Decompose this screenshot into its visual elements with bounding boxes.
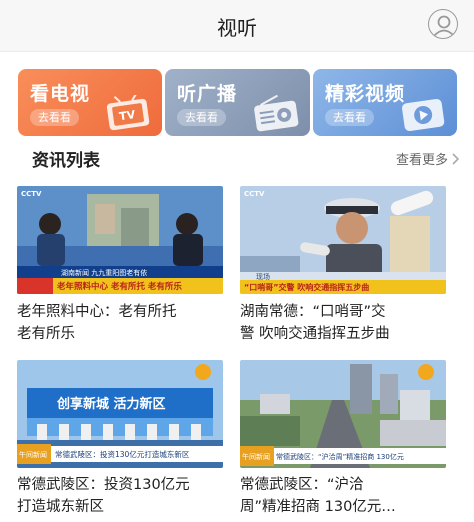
news-caption: “口哨哥”交警 吹响交通指挥五步曲	[244, 282, 369, 292]
news-title-line2: 周”精准招商 130亿元…	[240, 499, 396, 515]
event-banner: 创享新城 活力新区	[56, 396, 166, 412]
video-play-icon	[402, 98, 445, 131]
news-thumbnail: 午间新闻 常德武陵区：“沪洽周”精准招商 130亿元	[240, 360, 446, 468]
top-bar: 视听	[0, 0, 474, 52]
listen-radio-button[interactable]: 去看看	[177, 109, 226, 126]
news-title-line2: 老有所乐	[17, 326, 75, 342]
news-title-line2: 警 吹响交通指挥五步曲	[240, 326, 390, 342]
user-avatar-icon[interactable]	[428, 9, 458, 39]
news-item[interactable]: CCTV 湖南新闻 九九重阳图老有依 老年照料中心 老有所托 老有所乐 老年照料…	[17, 186, 223, 346]
watch-tv-label: 看电视	[30, 83, 91, 105]
news-title-line1: 常德武陵区：“沪洽	[240, 477, 364, 493]
news-caption: 老年照料中心 老有所托 老有所乐	[56, 281, 182, 292]
listen-radio-card[interactable]: 听广播 去看看	[165, 69, 310, 136]
tv-icon: TV	[106, 95, 150, 131]
watch-tv-button[interactable]: 去看看	[30, 109, 79, 126]
listen-radio-label: 听广播	[177, 83, 238, 105]
channel-logo: CCTV	[21, 190, 42, 198]
svg-text:TV: TV	[118, 108, 136, 123]
chevron-right-icon	[452, 152, 460, 165]
channel-logo: CCTV	[244, 190, 265, 198]
radio-icon	[254, 95, 299, 132]
page-title: 视听	[217, 16, 257, 40]
view-more-link[interactable]: 查看更多	[396, 149, 460, 168]
news-thumbnail: CCTV 湖南新闻 九九重阳图老有依 老年照料中心 老有所托 老有所乐	[17, 186, 223, 294]
news-title-line1: 湖南常德：“口哨哥”交	[240, 304, 386, 320]
news-item[interactable]: CCTV 现场 “口哨哥”交警 吹响交通指挥五步曲 湖南常德：“口哨哥”交 警 …	[240, 186, 446, 346]
news-item[interactable]: 午间新闻 常德武陵区：“沪洽周”精准招商 130亿元 常德武陵区：“沪洽 周”精…	[240, 360, 446, 520]
news-tag: 午间新闻	[19, 450, 47, 459]
news-title-line1: 老年照料中心：老有所托	[17, 304, 177, 320]
news-title-line2: 打造城东新区	[17, 499, 104, 515]
news-list-heading: 资讯列表	[32, 151, 100, 171]
news-ticker: 湖南新闻 九九重阳图老有依	[61, 268, 147, 277]
news-item[interactable]: 创享新城 活力新区 午间新闻 常德武陵区：投资130亿元打造城东新区 常德武陵区…	[17, 360, 223, 520]
news-thumbnail: 创享新城 活力新区 午间新闻 常德武陵区：投资130亿元打造城东新区	[17, 360, 223, 468]
news-caption: 常德武陵区：投资130亿元打造城东新区	[55, 449, 190, 459]
view-more-label: 查看更多	[395, 153, 448, 168]
featured-video-label: 精彩视频	[325, 83, 406, 105]
news-thumbnail: CCTV 现场 “口哨哥”交警 吹响交通指挥五步曲	[240, 186, 446, 294]
news-tag: 午间新闻	[242, 452, 270, 461]
news-caption: 常德武陵区：“沪洽周”精准招商 130亿元	[276, 452, 404, 461]
watch-tv-card[interactable]: 看电视 去看看 TV	[18, 69, 162, 136]
featured-video-card[interactable]: 精彩视频 去看看	[313, 69, 457, 136]
news-ticker: 现场	[256, 272, 270, 281]
featured-video-button[interactable]: 去看看	[325, 109, 374, 126]
news-title-line1: 常德武陵区：投资130亿元	[17, 477, 190, 493]
